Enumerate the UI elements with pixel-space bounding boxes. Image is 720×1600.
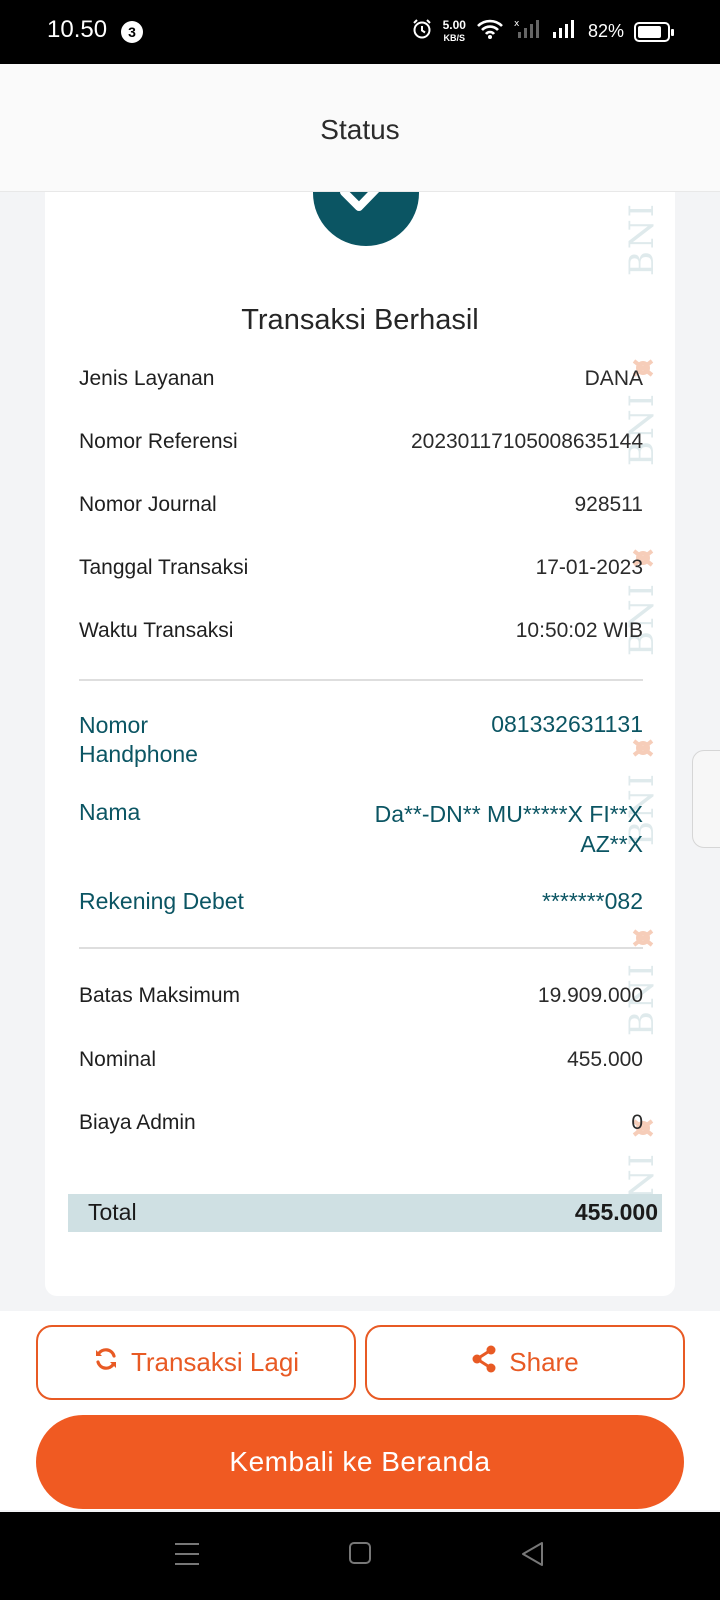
detail-label: Tanggal Transaksi xyxy=(79,556,249,579)
side-drawer-handle[interactable] xyxy=(692,750,720,848)
detail-label: Waktu Transaksi xyxy=(79,619,234,642)
customer-label: Nomor Handphone xyxy=(79,711,198,769)
signal-icon xyxy=(552,18,578,45)
page-title: Status xyxy=(320,114,400,145)
customer-value: 081332631131 xyxy=(491,711,643,737)
battery-fill xyxy=(638,25,661,38)
status-time: 10.50 xyxy=(47,16,108,43)
check-icon xyxy=(340,192,380,211)
transaksi-lagi-button[interactable]: Transaksi Lagi xyxy=(36,1325,356,1400)
customer-label: Nama xyxy=(79,799,141,825)
customer-row-nama: Nama Da**-DN** MU*****X FI**X AZ**X xyxy=(79,799,643,859)
status-bar: 10.50 3 5.00 KB/S x 82% xyxy=(0,0,720,64)
refresh-icon xyxy=(93,1346,119,1379)
section-divider xyxy=(79,679,643,681)
section-divider xyxy=(79,947,643,949)
total-value: 455.000 xyxy=(574,1199,658,1225)
system-navigation-bar xyxy=(0,1512,720,1600)
status-indicators: 5.00 KB/S x 82% xyxy=(411,18,674,45)
net-speed-unit: KB/S xyxy=(443,33,466,43)
signal-empty-icon: x xyxy=(514,18,542,45)
amount-value: 455.000 xyxy=(567,1048,643,1071)
transaksi-lagi-label: Transaksi Lagi xyxy=(130,1347,300,1377)
bottom-actions: Transaksi Lagi Share Kembali ke Beranda xyxy=(0,1311,720,1510)
amount-value: 0 xyxy=(631,1111,643,1134)
total-row: Total 455.000 xyxy=(68,1194,662,1232)
notification-count-badge: 3 xyxy=(121,21,143,43)
success-check-badge xyxy=(313,192,419,246)
battery-percent: 82% xyxy=(587,21,624,41)
share-button[interactable]: Share xyxy=(365,1325,685,1400)
detail-value: DANA xyxy=(584,367,643,390)
wifi-icon xyxy=(476,18,504,45)
total-label: Total xyxy=(88,1199,137,1225)
net-speed-value: 5.00 xyxy=(442,18,466,32)
customer-row-nomor-handphone: Nomor Handphone 081332631131 xyxy=(79,711,643,771)
kembali-ke-beranda-button[interactable]: Kembali ke Beranda xyxy=(36,1415,684,1509)
svg-text:x: x xyxy=(514,19,520,29)
transaction-status-heading: Transaksi Berhasil xyxy=(241,304,479,336)
alarm-icon xyxy=(411,18,433,45)
customer-label-line1: Nomor xyxy=(79,712,149,738)
amount-label: Batas Maksimum xyxy=(79,984,241,1007)
customer-label: Rekening Debet xyxy=(79,888,244,914)
detail-value: 17-01-2023 xyxy=(535,556,643,579)
customer-name-line1: Da**-DN** MU*****X FI**X xyxy=(374,801,643,827)
amount-label: Nominal xyxy=(79,1048,157,1071)
receipt-card: BNI Transaksi Berhasil Jenis Layanan DAN… xyxy=(45,192,675,1296)
app-header: Status xyxy=(0,64,720,192)
detail-label: Jenis Layanan xyxy=(79,367,215,390)
customer-value: *******082 xyxy=(541,888,643,914)
detail-value: 10:50:02 WIB xyxy=(515,619,643,642)
share-icon xyxy=(471,1345,497,1380)
detail-value: 20230117105008635144 xyxy=(410,430,643,453)
customer-label-line2: Handphone xyxy=(79,741,198,767)
detail-label: Nomor Referensi xyxy=(79,430,238,453)
battery-icon xyxy=(634,21,674,42)
amount-value: 19.909.000 xyxy=(537,984,643,1007)
detail-label: Nomor Journal xyxy=(79,493,217,516)
amount-label: Biaya Admin xyxy=(79,1111,196,1134)
detail-value: 928511 xyxy=(574,493,643,516)
back-icon[interactable] xyxy=(520,1540,546,1573)
menu-icon[interactable] xyxy=(174,1540,200,1573)
share-label: Share xyxy=(509,1347,579,1377)
home-icon[interactable] xyxy=(348,1540,372,1571)
customer-value: Da**-DN** MU*****X FI**X AZ**X xyxy=(375,799,643,859)
net-speed: 5.00 KB/S xyxy=(443,19,466,44)
customer-name-line2: AZ**X xyxy=(580,831,643,857)
